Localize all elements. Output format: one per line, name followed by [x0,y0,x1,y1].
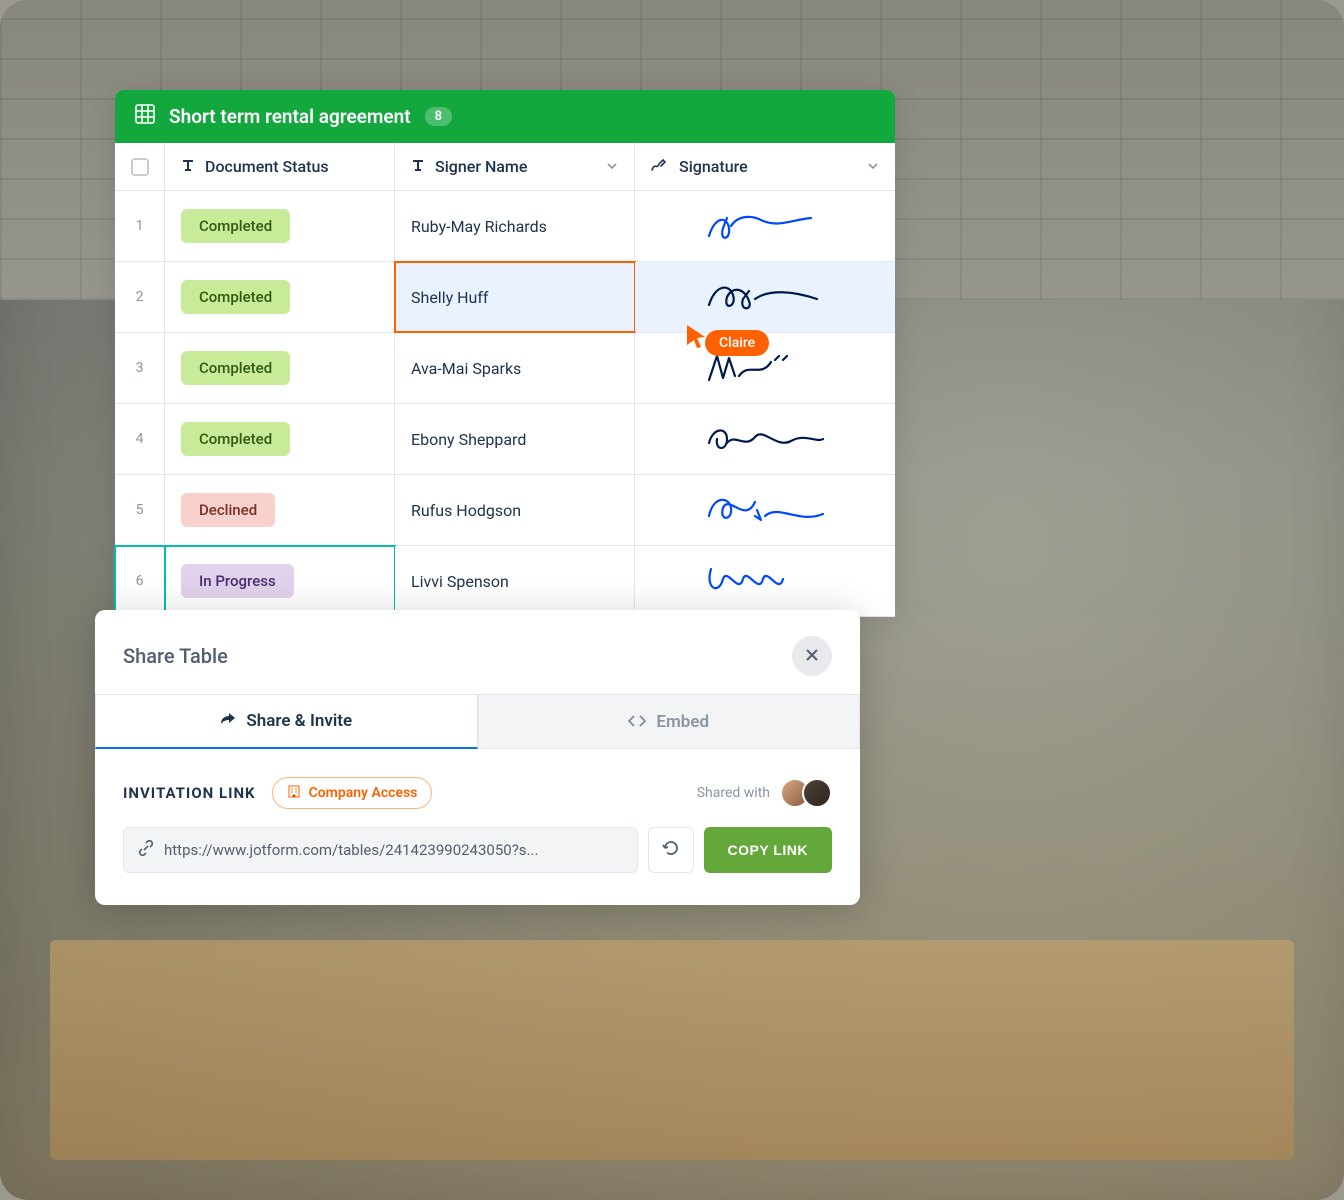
row-number: 5 [115,475,165,545]
code-icon [628,712,646,732]
cell-signer-name[interactable]: Shelly Huff [395,262,635,332]
link-icon [138,840,154,860]
refresh-icon [662,839,680,861]
table-row[interactable]: 4 Completed Ebony Sheppard [115,404,895,475]
row-number: 4 [115,404,165,474]
copy-link-button[interactable]: COPY LINK [704,827,832,873]
invitation-url-text: https://www.jotform.com/tables/241423990… [164,841,538,859]
cell-signer-name[interactable]: Ruby-May Richards [395,191,635,261]
cell-signature[interactable] [635,262,895,332]
cell-status[interactable]: Completed [165,333,395,403]
table-window: Short term rental agreement 8 Document S… [115,90,895,617]
column-header-status[interactable]: Document Status [165,143,395,190]
table-row[interactable]: 5 Declined Rufus Hodgson [115,475,895,546]
cell-signer-name[interactable]: Livvi Spenson [395,546,635,616]
share-table-modal: Share Table Share & Invite Embed INVITAT… [95,610,860,905]
status-badge: Completed [181,351,290,385]
chevron-down-icon [606,157,618,176]
signature-glyph [700,419,830,459]
signature-glyph [700,561,830,601]
column-header-row: Document Status Signer Name Signature [115,143,895,191]
signature-glyph [700,206,830,246]
signature-icon [651,157,669,176]
close-icon [805,647,819,666]
table-row[interactable]: 1 Completed Ruby-May Richards [115,191,895,262]
table-row[interactable]: 3 Completed Ava-Mai Sparks [115,333,895,404]
status-badge: In Progress [181,564,294,598]
cell-signer-name[interactable]: Ebony Sheppard [395,404,635,474]
status-badge: Declined [181,493,275,527]
cell-signature[interactable] [635,191,895,261]
modal-tabs: Share & Invite Embed [95,694,860,749]
row-number: 3 [115,333,165,403]
table-row[interactable]: 2 Completed Shelly Huff [115,262,895,333]
status-badge: Completed [181,422,290,456]
table-header: Short term rental agreement 8 [115,90,895,143]
tab-embed[interactable]: Embed [478,694,861,749]
row-number: 6 [115,546,165,616]
table-title: Short term rental agreement [169,105,411,128]
column-header-signer[interactable]: Signer Name [395,143,635,190]
signature-glyph [700,348,830,388]
cell-signature[interactable] [635,475,895,545]
cell-status[interactable]: Completed [165,262,395,332]
share-arrow-icon [220,711,236,731]
refresh-link-button[interactable] [648,827,694,873]
avatar [802,778,832,808]
text-type-icon [181,157,195,176]
tab-share-invite[interactable]: Share & Invite [95,694,478,749]
cell-signature[interactable] [635,404,895,474]
text-type-icon [411,157,425,176]
cell-status[interactable]: Completed [165,191,395,261]
chevron-down-icon [867,157,879,176]
cell-signer-name[interactable]: Rufus Hodgson [395,475,635,545]
row-number: 1 [115,191,165,261]
status-badge: Completed [181,280,290,314]
cell-status[interactable]: In Progress [165,546,395,616]
record-count-badge: 8 [425,107,452,126]
select-all-checkbox[interactable] [115,143,165,190]
cell-status[interactable]: Completed [165,404,395,474]
shared-with: Shared with [697,778,832,808]
grid-icon [135,104,155,129]
modal-title: Share Table [123,644,228,668]
invitation-url-input[interactable]: https://www.jotform.com/tables/241423990… [123,827,638,873]
column-header-signature[interactable]: Signature [635,143,895,190]
signature-glyph [700,277,830,317]
building-icon [287,784,301,802]
invitation-link-label: INVITATION LINK [123,784,256,802]
cell-signature[interactable] [635,546,895,616]
access-chip[interactable]: Company Access [272,777,433,809]
table-row[interactable]: 6 In Progress Livvi Spenson [115,546,895,617]
close-button[interactable] [792,636,832,676]
cell-status[interactable]: Declined [165,475,395,545]
signature-glyph [700,490,830,530]
status-badge: Completed [181,209,290,243]
cell-signer-name[interactable]: Ava-Mai Sparks [395,333,635,403]
row-number: 2 [115,262,165,332]
cell-signature[interactable] [635,333,895,403]
